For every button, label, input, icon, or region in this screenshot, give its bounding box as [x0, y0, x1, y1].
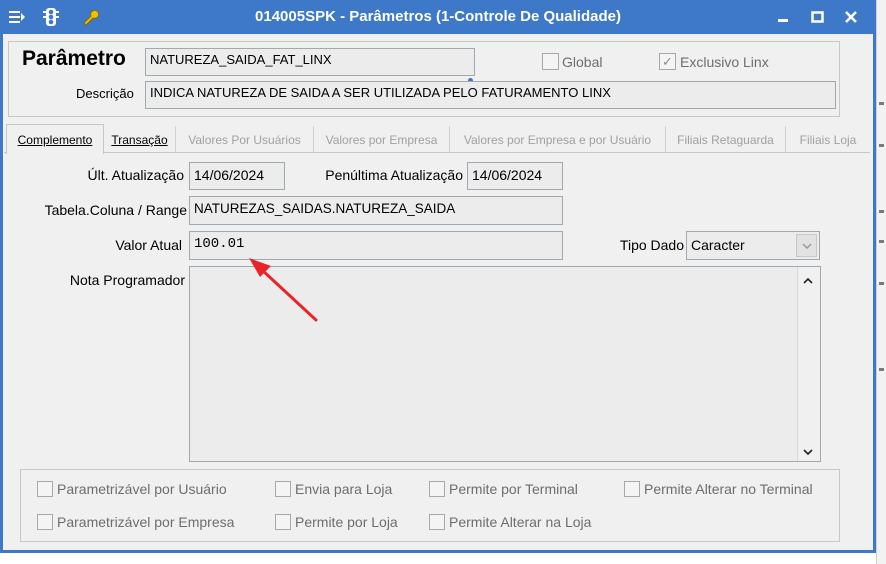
permite-alterar-terminal-checkbox[interactable]	[624, 481, 640, 497]
nota-scrollbar[interactable]	[797, 267, 820, 461]
background-mark	[879, 282, 884, 285]
global-label: Global	[562, 54, 603, 70]
background-mark	[879, 210, 884, 213]
descricao-label: Descrição	[76, 86, 134, 101]
parametro-field[interactable]: NATUREZA_SAIDA_FAT_LINX	[145, 48, 475, 76]
parametro-label: Parâmetro	[22, 47, 126, 70]
maximize-button[interactable]	[804, 5, 830, 29]
parametrizavel-empresa-checkbox[interactable]	[37, 514, 53, 530]
traffic-light-icon[interactable]	[40, 6, 62, 28]
resize-grip-icon	[467, 71, 474, 83]
tab-label: Transação	[111, 132, 168, 147]
tab-label: Valores Por Usuários	[188, 132, 301, 147]
chevron-down-icon[interactable]	[796, 234, 817, 257]
valor-atual-label: Valor Atual	[115, 237, 182, 253]
tabela-coluna-field[interactable]: NATUREZAS_SAIDAS.NATUREZA_SAIDA	[189, 196, 563, 225]
tab-label: Complemento	[17, 132, 93, 147]
minimize-button[interactable]	[770, 5, 796, 29]
ult-atualizacao-field[interactable]: 14/06/2024	[189, 162, 285, 190]
descricao-field[interactable]: INDICA NATUREZA DE SAIDA A SER UTILIZADA…	[145, 81, 836, 109]
global-checkbox[interactable]	[542, 53, 559, 70]
exclusivo-linx-label: Exclusivo Linx	[680, 54, 769, 70]
tab-valores-por-empresa[interactable]: Valores por Empresa	[314, 126, 450, 153]
valor-atual-input[interactable]: 100.01	[189, 231, 563, 260]
parametrizavel-empresa-label: Parametrizável por Empresa	[57, 514, 235, 530]
nota-programador-textarea[interactable]	[189, 266, 821, 462]
tab-filiais-retaguarda[interactable]: Filiais Retaguarda	[666, 126, 786, 153]
permite-por-loja-label: Permite por Loja	[295, 514, 398, 530]
permite-alterar-loja-label: Permite Alterar na Loja	[449, 514, 592, 530]
tab-label: Valores por Empresa	[325, 132, 438, 147]
exclusivo-linx-checkbox[interactable]: ✓	[659, 53, 676, 70]
permite-por-terminal-label: Permite por Terminal	[449, 481, 578, 497]
background-mark	[879, 144, 884, 147]
wrench-icon[interactable]	[79, 6, 101, 28]
checkmark-icon: ✓	[662, 53, 673, 69]
permite-alterar-loja-checkbox[interactable]	[429, 514, 445, 530]
background-mark	[879, 240, 884, 243]
tab-valores-por-usuarios[interactable]: Valores Por Usuários	[176, 126, 314, 153]
close-button[interactable]	[838, 5, 864, 29]
tipo-dado-value: Caracter	[691, 237, 745, 253]
title-bar[interactable]: 014005SPK - Parâmetros (1-Controle De Qu…	[0, 0, 876, 34]
scroll-up-icon[interactable]	[802, 273, 814, 284]
tab-label: Filiais Loja	[799, 132, 857, 147]
tabela-coluna-label: Tabela.Coluna / Range	[44, 202, 187, 218]
menu-icon[interactable]	[6, 6, 28, 28]
scroll-down-icon[interactable]	[802, 444, 814, 456]
parametrizavel-usuario-label: Parametrizável por Usuário	[57, 481, 227, 497]
tab-transacao[interactable]: Transação	[104, 126, 176, 153]
penultima-atualizacao-field[interactable]: 14/06/2024	[467, 162, 563, 190]
parametrizavel-usuario-checkbox[interactable]	[37, 481, 53, 497]
tab-complemento[interactable]: Complemento	[6, 124, 104, 154]
options-group	[20, 469, 840, 542]
penultima-atualizacao-label: Penúltima Atualização	[325, 167, 463, 183]
nota-programador-label: Nota Programador	[69, 272, 185, 288]
envia-para-loja-checkbox[interactable]	[275, 481, 291, 497]
background-mark	[879, 368, 884, 371]
window-title: 014005SPK - Parâmetros (1-Controle De Qu…	[255, 8, 621, 25]
permite-alterar-terminal-label: Permite Alterar no Terminal	[644, 481, 813, 497]
ult-atualizacao-label: Últ. Atualização	[87, 167, 185, 183]
tab-label: Valores por Empresa e por Usuário	[463, 132, 652, 147]
permite-por-terminal-checkbox[interactable]	[429, 481, 445, 497]
envia-para-loja-label: Envia para Loja	[295, 481, 393, 497]
tab-valores-por-empresa-e-usuario[interactable]: Valores por Empresa e por Usuário	[450, 126, 666, 153]
background-mark	[879, 102, 884, 105]
permite-por-loja-checkbox[interactable]	[275, 514, 291, 530]
tab-filiais-loja[interactable]: Filiais Loja	[786, 126, 870, 153]
tab-label: Filiais Retaguarda	[677, 132, 774, 147]
tipo-dado-label: Tipo Dado	[619, 237, 684, 253]
